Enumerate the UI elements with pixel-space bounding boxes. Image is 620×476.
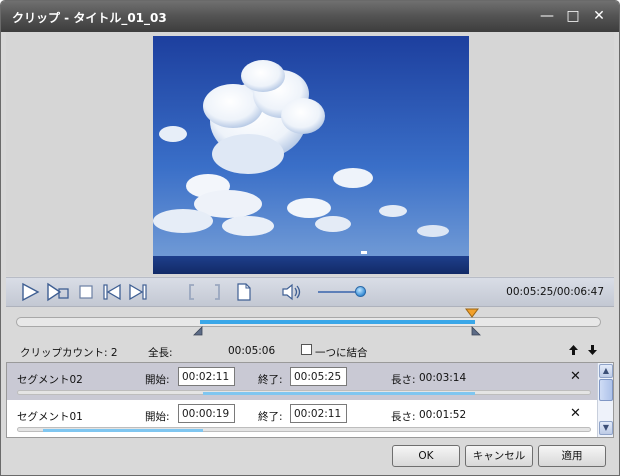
move-up-icon[interactable]: [568, 344, 579, 356]
segment-mini-range: [203, 392, 475, 395]
merge-label[interactable]: 一つに結合: [315, 345, 368, 360]
delete-segment-icon[interactable]: ✕: [570, 406, 581, 421]
close-button[interactable]: ✕: [589, 7, 609, 25]
segment-name: セグメント01: [17, 411, 83, 423]
segment-list: セグメント02 開始: 00:02:11 終了: 00:05:25 長さ: 00…: [6, 362, 614, 438]
volume-icon[interactable]: [281, 282, 303, 302]
scroll-thumb[interactable]: [599, 379, 613, 401]
video-area: [6, 32, 614, 276]
segment-row-01[interactable]: セグメント01 開始: 00:00:19 終了: 00:02:11 長さ: 00…: [7, 400, 597, 437]
play-segment-icon[interactable]: [46, 282, 70, 302]
merge-checkbox[interactable]: [301, 344, 312, 355]
page-icon[interactable]: [236, 282, 252, 302]
cancel-button[interactable]: キャンセル: [465, 445, 533, 467]
scroll-down-button[interactable]: ▼: [599, 421, 613, 435]
start-time-field[interactable]: 00:00:19: [178, 404, 235, 423]
window-title: クリップ - タイトル_01_03: [12, 11, 167, 25]
time-readout: 00:05:25/00:06:47: [506, 286, 604, 298]
total-length-value: 00:05:06: [228, 345, 276, 357]
minimize-button[interactable]: —: [537, 7, 557, 25]
next-icon[interactable]: [128, 282, 148, 302]
length-label: 長さ:: [391, 411, 416, 423]
length-value: 00:03:14: [419, 372, 467, 384]
end-label: 終了:: [258, 374, 283, 386]
info-row: クリップカウント: 2 全長: 00:05:06 一つに結合: [6, 341, 614, 361]
segment-name: セグメント02: [17, 374, 83, 386]
delete-segment-icon[interactable]: ✕: [570, 369, 581, 384]
length-value: 00:01:52: [419, 409, 467, 421]
end-time-field[interactable]: 00:05:25: [290, 367, 347, 386]
end-handle-icon[interactable]: [471, 326, 481, 336]
title-bar[interactable]: クリップ - タイトル_01_03 — □ ✕: [1, 1, 619, 32]
mark-out-icon[interactable]: [211, 282, 223, 302]
total-length-label: 全長:: [148, 347, 173, 359]
end-time-field[interactable]: 00:02:11: [290, 404, 347, 423]
start-label: 開始:: [145, 411, 170, 423]
play-icon[interactable]: [20, 282, 40, 302]
start-label: 開始:: [145, 374, 170, 386]
maximize-button[interactable]: □: [563, 7, 583, 25]
ok-button[interactable]: OK: [392, 445, 460, 467]
segment-row-02[interactable]: セグメント02 開始: 00:02:11 終了: 00:05:25 長さ: 00…: [7, 363, 597, 400]
previous-icon[interactable]: [102, 282, 122, 302]
clip-count-label: クリップカウント: 2: [20, 347, 118, 359]
clip-dialog: クリップ - タイトル_01_03 — □ ✕ 00:05:25/00:06:4…: [0, 0, 620, 476]
transport-bar: 00:05:25/00:06:47: [6, 277, 614, 307]
volume-slider-knob[interactable]: [354, 286, 366, 297]
apply-button[interactable]: 適用: [538, 445, 606, 467]
start-handle-icon[interactable]: [193, 326, 203, 336]
start-time-field[interactable]: 00:02:11: [178, 367, 235, 386]
segment-list-scrollbar[interactable]: ▲ ▼: [597, 363, 613, 437]
scroll-up-button[interactable]: ▲: [599, 364, 613, 378]
mark-in-icon[interactable]: [186, 282, 198, 302]
length-label: 長さ:: [391, 374, 416, 386]
segment-mini-range: [43, 429, 203, 432]
video-preview[interactable]: [153, 36, 469, 274]
playhead-marker-icon[interactable]: [465, 308, 479, 318]
timeline[interactable]: [16, 308, 601, 339]
timeline-selected-range: [200, 320, 475, 324]
move-down-icon[interactable]: [587, 344, 598, 356]
stop-icon[interactable]: [78, 282, 94, 302]
sky-clouds-image: [153, 36, 469, 274]
end-label: 終了:: [258, 411, 283, 423]
